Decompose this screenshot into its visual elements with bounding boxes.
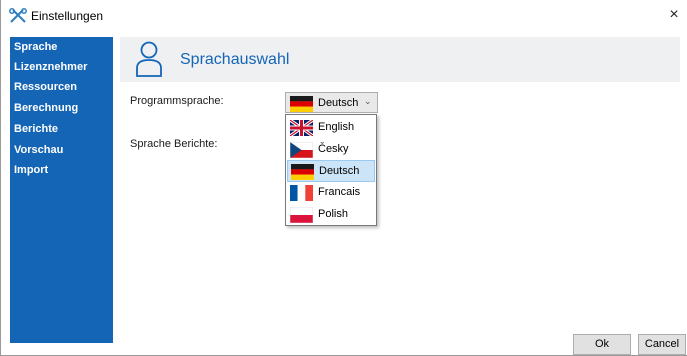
window-title: Einstellungen [31,9,104,23]
language-option-czech[interactable]: Česky [287,139,375,161]
title-bar: Einstellungen × [1,0,687,32]
language-option-deutsch[interactable]: Deutsch [287,160,375,182]
german-flag-icon [290,96,313,112]
sidebar-item-vorschau[interactable]: Vorschau [10,140,113,160]
sidebar-item-berechnung[interactable]: Berechnung [10,98,113,118]
settings-tools-icon [9,8,27,23]
language-option-francais[interactable]: Francais [287,182,375,204]
language-option-label: Česky [318,143,349,155]
french-flag-icon [290,185,313,201]
language-option-label: Deutsch [319,165,360,177]
page-title: Sprachauswahl [180,51,290,68]
uk-flag-icon [290,120,313,136]
cancel-button[interactable]: Cancel [638,334,686,355]
polish-flag-icon [290,207,313,223]
language-dropdown-list: English Česky Deutsch Francais Polish [285,114,377,226]
report-language-label: Sprache Berichte: [130,138,218,150]
language-option-english[interactable]: English [287,117,375,139]
czech-flag-icon [290,142,313,158]
selected-language-value: Deutsch [318,97,359,109]
user-icon [136,41,162,77]
settings-sidebar: Sprache Lizenznehmer Ressourcen Berechnu… [10,37,113,343]
program-language-label: Programmsprache: [130,95,224,107]
language-option-label: English [318,121,355,133]
settings-window: Einstellungen × Sprache Lizenznehmer Res… [0,0,687,356]
section-header: Sprachauswahl [120,37,680,82]
chevron-down-icon: ⌄ [364,96,372,106]
close-button[interactable]: × [660,2,687,28]
sidebar-item-lizenznehmer[interactable]: Lizenznehmer [10,57,113,77]
sidebar-item-import[interactable]: Import [10,160,113,180]
german-flag-icon [291,164,314,180]
language-option-label: Francais [318,186,361,198]
language-option-label: Polish [318,208,348,220]
ok-button[interactable]: Ok [573,334,631,355]
language-option-polish[interactable]: Polish [287,204,375,226]
sidebar-item-ressourcen[interactable]: Ressourcen [10,77,113,97]
sidebar-item-sprache[interactable]: Sprache [10,37,113,57]
sidebar-item-berichte[interactable]: Berichte [10,119,113,139]
program-language-select[interactable]: Deutsch ⌄ [285,92,378,113]
